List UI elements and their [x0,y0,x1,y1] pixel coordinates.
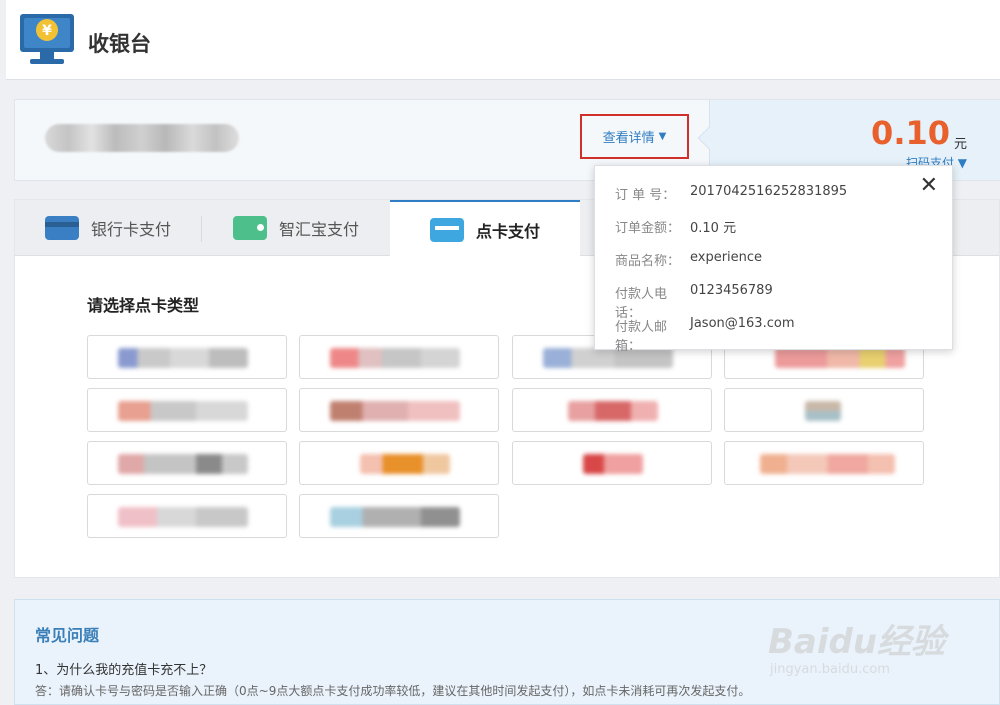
blurred-card-logo [360,454,450,474]
tab-bank-card[interactable]: 银行卡支付 [45,200,171,256]
tab-wallet[interactable]: 智汇宝支付 [233,200,359,256]
card-option[interactable] [299,335,499,379]
view-details-link[interactable]: 查看详情 ▼ [580,114,689,159]
detail-row-order-no: 订 单 号： 2017042516252831895 [615,184,847,203]
card-option[interactable] [299,441,499,485]
detail-value: Jason@163.com [690,316,795,331]
card-option[interactable] [724,441,924,485]
tab-label: 点卡支付 [475,221,540,241]
order-amount: 0.10 [871,114,950,152]
blurred-card-logo [330,348,460,368]
page-title: 收银台 [88,32,151,56]
detail-label: 付款人邮箱： [615,320,668,354]
order-details-popup: ✕ 订 单 号： 2017042516252831895 订单金额： 0.10 … [594,165,953,354]
card-option[interactable] [87,335,287,379]
detail-label: 订 单 号： [615,188,676,203]
blurred-card-logo [118,507,248,527]
blurred-card-logo [775,348,905,368]
card-option[interactable] [87,388,287,432]
blurred-card-logo [805,401,841,421]
detail-value: experience [690,250,763,265]
blurred-card-logo [330,507,460,527]
view-details-label: 查看详情 [602,131,655,146]
panel-notch [697,126,721,150]
card-option[interactable] [87,494,287,538]
tab-label: 银行卡支付 [91,220,172,239]
tab-point-card[interactable]: 点卡支付 [390,200,580,257]
faq-question: 1、为什么我的充值卡充不上？ [35,663,213,678]
blurred-card-logo [330,401,460,421]
detail-row-product: 商品名称： experience [615,250,762,269]
detail-label: 商品名称： [615,254,681,269]
faq-title: 常见问题 [35,626,100,645]
faq-answer: 答：请确认卡号与密码是否输入正确（0点~9点大额点卡支付成功率较低，建议在其他时… [35,684,751,698]
blurred-card-logo [568,401,658,421]
card-option[interactable] [87,441,287,485]
tab-label: 智汇宝支付 [279,220,360,239]
caret-down-icon: ▼ [658,131,667,142]
blurred-card-logo [583,454,643,474]
detail-value: 2017042516252831895 [690,184,848,199]
detail-label: 订单金额： [615,221,681,236]
blurred-card-logo [118,454,248,474]
watermark-url: jingyan.baidu.com [770,662,890,677]
detail-value: 0.10 元 [690,221,737,236]
detail-row-amount: 订单金额： 0.10 元 [615,217,736,236]
section-title: 请选择点卡类型 [87,296,200,315]
point-card-icon [429,217,464,242]
blurred-card-logo [118,348,248,368]
blurred-card-logo [118,401,248,421]
svg-text:¥: ¥ [42,23,52,39]
watermark-logo-text: Baidu经验 [768,622,946,662]
bank-card-icon [45,216,79,240]
header: ¥ 收银台 [6,0,1000,80]
blurred-merchant-name [45,124,239,152]
cashier-monitor-icon: ¥ [20,14,74,64]
card-option[interactable] [512,388,712,432]
detail-row-email: 付款人邮箱： Jason@163.com [615,316,794,354]
wallet-icon [233,216,267,240]
card-option[interactable] [299,388,499,432]
currency-unit: 元 [953,137,967,152]
card-option[interactable] [724,388,924,432]
card-option[interactable] [299,494,499,538]
card-option[interactable] [512,441,712,485]
tab-divider [201,216,202,242]
blurred-card-logo [760,454,895,474]
baidu-watermark: Baidu经验 jingyan.baidu.com [768,598,948,688]
close-icon[interactable]: ✕ [920,174,938,198]
